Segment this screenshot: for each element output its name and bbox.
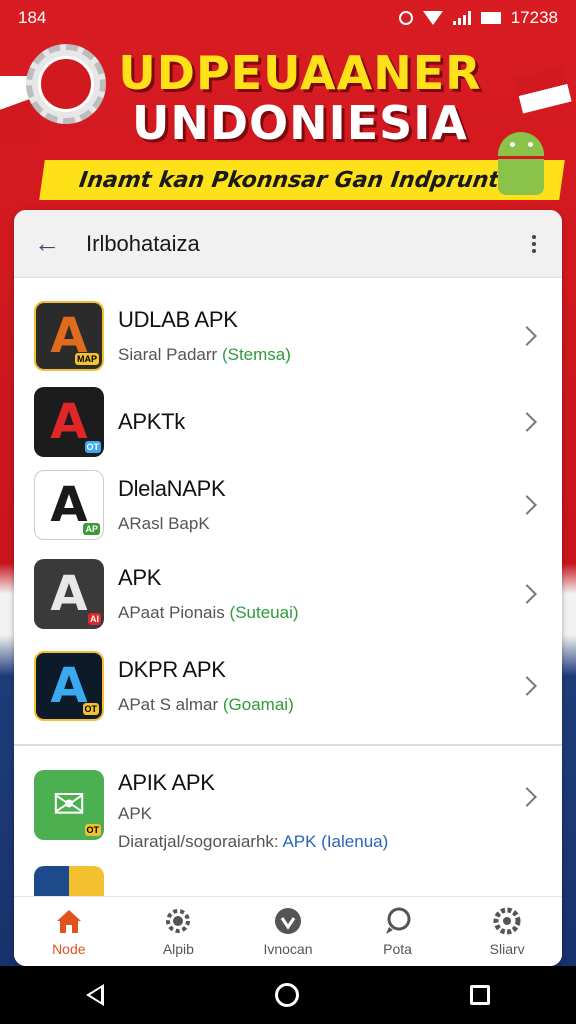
app-icon: A MAP: [34, 301, 104, 371]
nav-label: Pota: [383, 940, 412, 957]
back-arrow-icon[interactable]: ←: [34, 228, 64, 259]
nav-label: Node: [52, 940, 86, 957]
app-subtitle: APaat Pionais (Suteuai): [118, 603, 299, 622]
app-list-card: ← Irlbohataiza A MAP UDLAB APK Siaral Pa…: [14, 210, 562, 966]
app-icon: ✉ OT: [34, 770, 104, 840]
list-item[interactable]: A OT DKPR APK APat S almar (Goamai): [14, 640, 562, 732]
chevron-right-icon: [517, 326, 537, 346]
system-back-icon[interactable]: [85, 984, 104, 1006]
nav-alpib[interactable]: Alpib: [128, 907, 228, 957]
system-home-icon[interactable]: [274, 983, 299, 1007]
app-tag: MAP: [75, 353, 99, 365]
app-name: DKPR APK: [118, 657, 226, 682]
nav-pota[interactable]: Pota: [348, 907, 448, 957]
system-recents-icon[interactable]: [470, 985, 491, 1005]
promo-banner: UDPEUAANER UNDONIESIA Inamt kan Pkonnsar…: [0, 36, 576, 212]
home-icon: [56, 909, 81, 933]
list-item[interactable]: A AP DlelaNAPK ARasl BapK: [14, 462, 562, 548]
app-icon: A OT: [34, 651, 104, 721]
app-subtitle: APat S almar (Goamai): [118, 695, 294, 714]
status-time: 184: [18, 8, 47, 27]
shield-icon: [274, 907, 301, 934]
chevron-right-icon: [517, 412, 537, 432]
list-item[interactable]: A MAP UDLAB APK Siaral Padarr (Stemsa): [14, 290, 562, 382]
list-item[interactable]: ✉ OT APIK APK APK Diaratjal/sogoraiarhk:…: [14, 762, 562, 862]
more-options-icon[interactable]: [526, 229, 542, 259]
chevron-right-icon: [517, 495, 537, 515]
section-divider: [14, 744, 562, 746]
android-mascot-icon: [494, 132, 548, 196]
signal-icon: [452, 11, 471, 25]
nav-home[interactable]: Node: [19, 907, 119, 957]
chevron-right-icon: [517, 676, 537, 696]
wifi-icon: [422, 11, 443, 25]
app-name: UDLAB APK: [118, 307, 238, 332]
chevron-right-icon: [517, 584, 537, 604]
app-name: APK: [118, 565, 162, 590]
bottom-navigation: Node Alpib Ivnocan Pota Sliarv: [14, 896, 562, 966]
nav-label: Alpib: [162, 940, 194, 957]
system-navigation-bar: [0, 966, 576, 1024]
app-tag: OT: [84, 441, 101, 453]
app-icon: A AP: [34, 470, 104, 540]
status-icons: 17238: [398, 8, 558, 28]
banner-title-line2: UNDONIESIA: [131, 96, 469, 150]
nav-label: Ivnocan: [263, 940, 313, 957]
app-subtitle: APK: [118, 804, 153, 823]
app-name: APIK APK: [118, 770, 215, 795]
list-item[interactable]: A OT APKTk: [14, 382, 562, 462]
app-description: Diaratjal/sogoraiarhk: APK (Ialenua): [118, 832, 389, 851]
banner-title-line1: UDPEUAANER: [118, 46, 482, 100]
battery-icon: [480, 12, 501, 24]
app-icon-partial: [34, 866, 104, 896]
list-item[interactable]: A AI APK APaat Pionais (Suteuai): [14, 548, 562, 640]
app-icon: A OT: [34, 387, 104, 457]
settings-icon: [493, 907, 521, 934]
banner-tagline: Inamt kan Pkonnsar Gan Indpruntar: [39, 160, 565, 200]
app-subtitle: ARasl BapK: [118, 514, 210, 533]
status-clock: 17238: [510, 8, 558, 27]
app-name: APKTk: [118, 409, 185, 434]
gear-badge-icon: [166, 908, 191, 933]
alarm-icon: [398, 11, 413, 25]
app-tag: OT: [84, 824, 101, 836]
nav-sliarv[interactable]: Sliarv: [457, 907, 557, 957]
app-name: DlelaNAPK: [118, 476, 226, 501]
chat-icon: [385, 907, 411, 934]
app-list: A MAP UDLAB APK Siaral Padarr (Stemsa) A…: [14, 290, 562, 732]
card-header: ← Irlbohataiza: [14, 210, 562, 278]
nav-label: Sliarv: [489, 940, 525, 957]
app-tag: OT: [82, 703, 99, 715]
app-tag: AP: [83, 523, 100, 535]
page-title: Irlbohataiza: [86, 230, 200, 256]
chevron-right-icon: [517, 787, 537, 807]
app-tag: AI: [88, 613, 101, 625]
app-icon: A AI: [34, 559, 104, 629]
status-bar: 184 17238: [0, 0, 576, 36]
app-subtitle: Siaral Padarr (Stemsa): [118, 345, 291, 364]
nav-ivnocan[interactable]: Ivnocan: [238, 907, 338, 957]
